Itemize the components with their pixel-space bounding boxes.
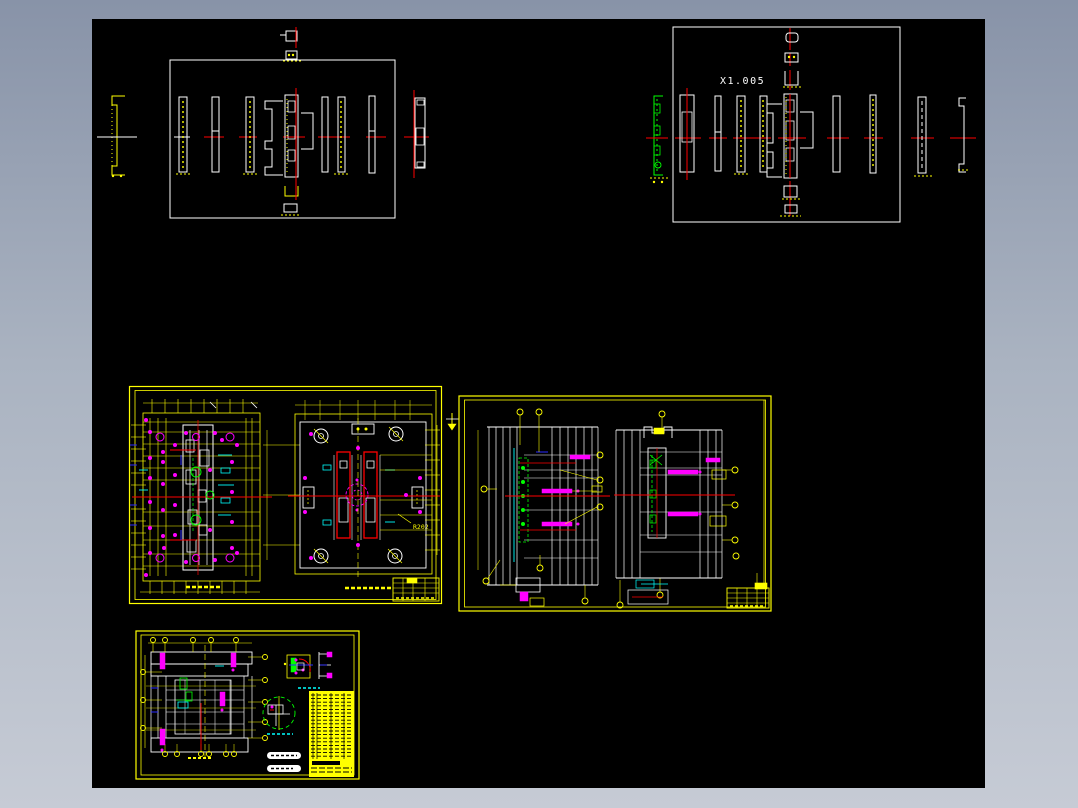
drawing-canvas[interactable] (92, 19, 985, 788)
